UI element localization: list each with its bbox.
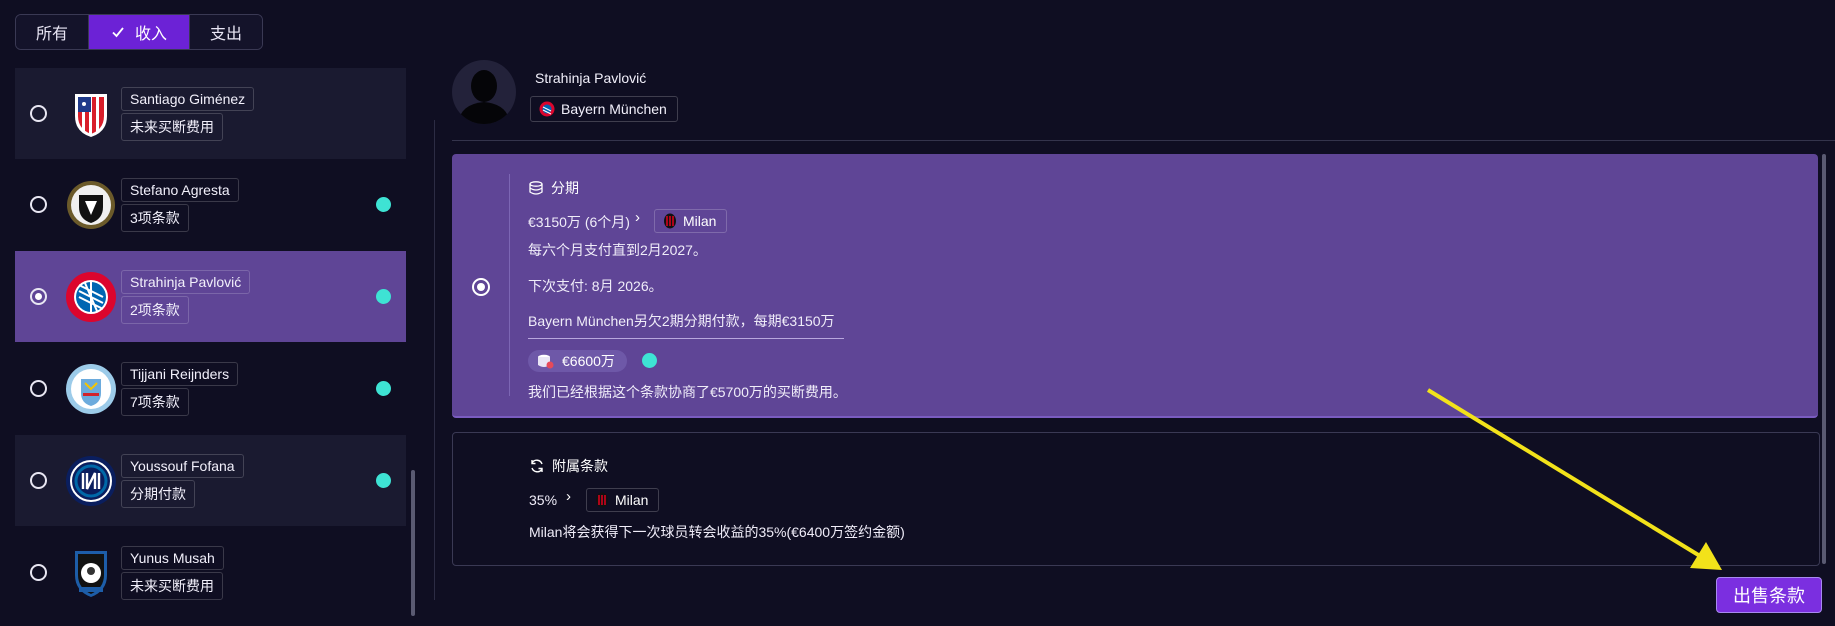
filter-tab-all-label: 所有 (35, 26, 68, 43)
list-item[interactable]: Santiago Giménez 未来买断费用 (15, 68, 406, 159)
transaction-filter: 所有 收入 支出 (15, 14, 263, 50)
chevron-right-icon: › (635, 209, 640, 226)
player-clause-summary: 7项条款 (121, 388, 189, 416)
panel-scrollbar[interactable] (1822, 154, 1826, 564)
player-name: Yunus Musah (121, 546, 224, 570)
coins-stack-icon (538, 354, 554, 369)
installment-schedule: 每六个月支付直到2月2027。 (528, 242, 707, 258)
remaining-installments: Bayern München另欠2期分期付款，每期€3150万 (528, 313, 835, 329)
addon-clause-panel[interactable]: 附属条款 35% › Milan Milan将会获得下一次球员转会收益的35%(… (452, 432, 1820, 566)
divider (528, 338, 844, 339)
radio-button[interactable] (30, 472, 47, 489)
list-scrollbar[interactable] (411, 470, 415, 616)
club-name: Milan (615, 492, 649, 508)
check-icon (112, 27, 124, 38)
player-clause-summary: 3项条款 (121, 204, 189, 232)
sell-on-description: Milan将会获得下一次球员转会收益的35%(€6400万签约金额) (529, 524, 905, 540)
radio-button[interactable] (30, 564, 47, 581)
radio-button[interactable] (30, 196, 47, 213)
divider (452, 140, 1835, 141)
divider (434, 120, 435, 600)
player-clause-summary: 未来买断费用 (121, 572, 223, 600)
filter-tab-expense[interactable]: 支出 (190, 15, 262, 49)
milan-crest-icon (664, 213, 676, 229)
selected-player-name: Strahinja Pavlović (535, 70, 647, 86)
list-item[interactable]: Strahinja Pavlović 2项条款 (15, 251, 406, 342)
player-name: Santiago Giménez (121, 87, 255, 111)
man-city-crest-icon (66, 364, 116, 414)
filter-tab-expense-label: 支出 (209, 26, 242, 43)
player-name: Stefano Agresta (121, 178, 239, 202)
radio-button[interactable] (30, 288, 47, 305)
atletico-crest-icon (75, 94, 107, 137)
radio-button[interactable] (30, 380, 47, 397)
player-clause-summary: 未来买断费用 (121, 113, 223, 141)
player-silhouette-icon (458, 70, 510, 124)
club-name: Bayern München (561, 101, 667, 117)
player-name: Strahinja Pavlović (121, 270, 251, 294)
negotiated-fee-note: 我们已经根据这个条款协商了€5700万的买断费用。 (528, 384, 847, 400)
clause-title-text: 附属条款 (552, 458, 608, 474)
milan-crest-icon (596, 492, 608, 508)
filter-tab-income-label: 收入 (134, 26, 167, 43)
status-dot (376, 473, 391, 488)
status-dot (376, 197, 391, 212)
list-item[interactable]: Tijjani Reijnders 7项条款 (15, 343, 406, 434)
player-name: Youssouf Fofana (121, 454, 244, 478)
recipient-club[interactable]: Milan (586, 488, 660, 512)
installment-clause-panel[interactable]: 分期 €3150万 (6个月) › Milan 每六个月支付直到2月2027。 … (452, 154, 1818, 418)
sell-clause-button[interactable]: 出售条款 (1716, 577, 1822, 613)
coins-icon (529, 181, 543, 195)
clause-title: 分期 (528, 178, 579, 198)
filter-tab-income[interactable]: 收入 (89, 15, 190, 49)
radio-button[interactable] (30, 105, 47, 122)
clause-title-text: 分期 (551, 180, 579, 196)
filter-tab-all[interactable]: 所有 (16, 15, 89, 49)
status-dot (642, 353, 657, 368)
sell-clause-label: 出售条款 (1733, 586, 1805, 606)
selected-player-club[interactable]: Bayern München (530, 96, 678, 122)
status-dot (376, 289, 391, 304)
clause-title: 附属条款 (529, 456, 608, 476)
bayern-crest-icon (539, 101, 555, 117)
next-payment: 下次支付: 8月 2026。 (528, 278, 663, 294)
bayern-crest-icon (66, 272, 116, 322)
recipient-club[interactable]: Milan (654, 209, 728, 233)
avatar (452, 60, 516, 124)
divider (509, 174, 510, 396)
player-clause-summary: 分期付款 (121, 480, 195, 508)
sell-on-percentage: 35% (529, 492, 558, 508)
list-item[interactable]: Yunus Musah 未来买断费用 (15, 527, 406, 618)
list-item[interactable]: Stefano Agresta 3项条款 (15, 159, 406, 250)
atalanta-crest-icon (75, 551, 107, 597)
club-name: Milan (683, 213, 717, 229)
total-amount-badge: €6600万 (528, 350, 627, 372)
udinese-crest-icon (67, 181, 115, 229)
radio-button[interactable] (472, 278, 490, 296)
player-list: Santiago Giménez 未来买断费用 Stefano Agresta … (15, 68, 406, 618)
chevron-right-icon: › (566, 488, 571, 505)
status-dot (376, 381, 391, 396)
inter-crest-icon (66, 456, 116, 506)
total-amount: €6600万 (562, 353, 615, 369)
installment-amount: €3150万 (6个月) (528, 214, 630, 230)
list-item[interactable]: Youssouf Fofana 分期付款 (15, 435, 406, 526)
player-name: Tijjani Reijnders (121, 362, 239, 386)
player-clause-summary: 2项条款 (121, 296, 189, 324)
refresh-icon (531, 459, 543, 473)
